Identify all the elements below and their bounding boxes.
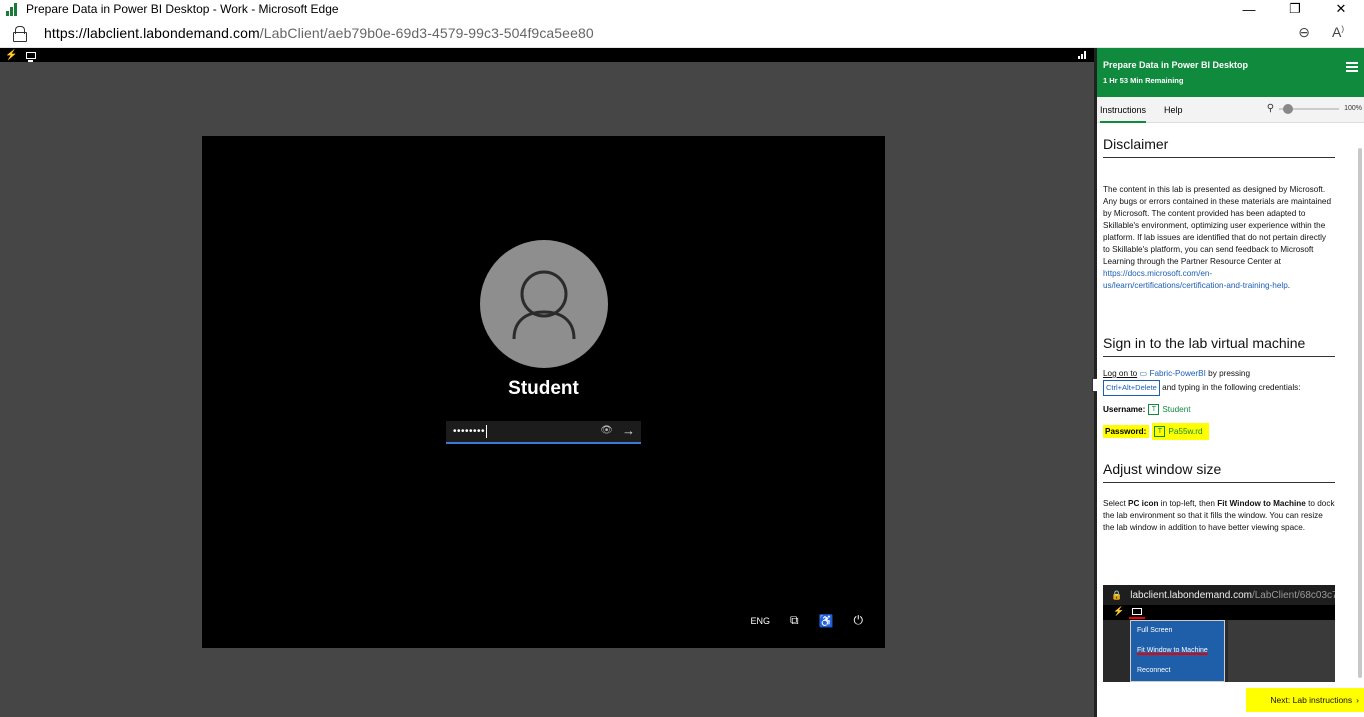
- vm-viewport[interactable]: ⚡ Student •••••••• 👁 → ENG ⧉ ♿ ⏻: [0, 48, 1094, 717]
- lock-icon[interactable]: [13, 25, 27, 42]
- lab-title: Prepare Data in Power BI Desktop: [1103, 60, 1249, 70]
- pc-icon: [1132, 608, 1142, 615]
- disclaimer-body: The content in this lab is presented as …: [1103, 185, 1332, 266]
- maximize-button[interactable]: ❐: [1272, 0, 1318, 18]
- disclaimer-heading: Disclaimer: [1103, 136, 1335, 158]
- password-value-highlight: T Pa55w.rd: [1152, 423, 1209, 440]
- type-text-icon[interactable]: T: [1148, 404, 1160, 415]
- network-icon[interactable]: ⧉: [790, 613, 799, 628]
- window-title: Prepare Data in Power BI Desktop - Work …: [26, 2, 339, 16]
- url-path: /LabClient/aeb79b0e-69d3-4579-99c3-504f9…: [259, 24, 594, 41]
- text-caret: [486, 425, 488, 438]
- red-underline: [1129, 617, 1145, 619]
- by-pressing-text: by pressing: [1208, 369, 1251, 378]
- thumb-url-host: labclient.labondemand.com: [1130, 589, 1252, 601]
- hamburger-menu-icon[interactable]: [1346, 62, 1358, 72]
- adjust-heading: Adjust window size: [1103, 461, 1335, 483]
- thumb-vm-toolbar: ⚡: [1103, 605, 1335, 620]
- lightning-icon[interactable]: ⚡: [5, 50, 17, 61]
- thumb-menu: Full Screen Fit Window to Machine Reconn…: [1130, 620, 1225, 682]
- signin-heading: Sign in to the lab virtual machine: [1103, 335, 1335, 357]
- account-name: Student: [508, 378, 579, 399]
- machine-link[interactable]: Fabric-PowerBI: [1149, 369, 1205, 378]
- vm-toolbar: ⚡: [0, 48, 1094, 62]
- password-value[interactable]: Pa55w.rd: [1168, 427, 1202, 436]
- signin-instructions: Log on to ▭ Fabric-PowerBI by pressing C…: [1103, 368, 1335, 396]
- window-title-bar: Prepare Data in Power BI Desktop - Work …: [0, 0, 1364, 18]
- close-button[interactable]: ✕: [1318, 0, 1364, 18]
- address-bar-actions: ⊖ A): [1298, 24, 1344, 41]
- signin-section: Sign in to the lab virtual machine Log o…: [1103, 335, 1335, 440]
- signal-icon: [1078, 51, 1086, 59]
- username-value[interactable]: Student: [1162, 405, 1190, 414]
- power-icon[interactable]: ⏻: [854, 613, 864, 628]
- instructions-content: Disclaimer The content in this lab is pr…: [1103, 128, 1339, 683]
- user-icon: [512, 270, 576, 340]
- zoom-out-icon[interactable]: ⊖: [1298, 24, 1310, 41]
- instructions-panel: Prepare Data in Power BI Desktop 1 Hr 53…: [1097, 48, 1364, 717]
- read-aloud-icon[interactable]: A): [1332, 24, 1344, 41]
- thumb-url-path: /LabClient/68c03c7: [1251, 589, 1335, 601]
- thumb-menu-item: Fit Window to Machine: [1137, 647, 1208, 654]
- time-remaining: 1 Hr 53 Min Remaining: [1103, 76, 1184, 85]
- user-avatar: [480, 240, 608, 368]
- chevron-right-icon: ›: [1356, 695, 1359, 705]
- zoom-slider-knob[interactable]: [1283, 103, 1294, 114]
- log-on-text: Log on to: [1103, 369, 1138, 378]
- type-text-icon[interactable]: T: [1154, 426, 1166, 437]
- language-indicator[interactable]: ENG: [750, 616, 770, 626]
- lock-icon: 🔒: [1111, 589, 1123, 600]
- username-row: Username: T Student: [1103, 404, 1335, 415]
- magnifier-icon: ⚲: [1266, 103, 1275, 114]
- reveal-password-icon[interactable]: 👁: [600, 425, 613, 436]
- thumb-menu-item: Full Screen: [1137, 627, 1173, 634]
- adjust-text-1: Select: [1103, 499, 1129, 508]
- pc-icon-label: PC icon: [1128, 499, 1159, 508]
- support-link[interactable]: https://docs.microsoft.com/en-us/learn/c…: [1103, 269, 1288, 290]
- power-bi-icon: [6, 2, 20, 16]
- adjust-text: Select PC icon in top-left, then Fit Win…: [1103, 498, 1335, 534]
- panel-scrollbar[interactable]: [1358, 148, 1362, 678]
- lightning-icon: ⚡: [1113, 606, 1125, 616]
- thumb-vm-area: [1228, 620, 1335, 682]
- tab-help[interactable]: Help: [1164, 105, 1183, 115]
- vm-lock-screen[interactable]: Student •••••••• 👁 → ENG ⧉ ♿ ⏻: [202, 136, 885, 648]
- password-field[interactable]: •••••••• 👁 →: [446, 421, 641, 444]
- minimize-button[interactable]: —: [1226, 0, 1272, 18]
- zoom-level: 100%: [1344, 105, 1362, 112]
- next-button-label: Next: Lab instructions: [1270, 695, 1353, 705]
- submit-arrow-icon[interactable]: →: [622, 423, 635, 438]
- monitor-icon: ▭: [1139, 369, 1148, 378]
- next-button[interactable]: Next: Lab instructions ›: [1246, 688, 1364, 712]
- url-field[interactable]: https://labclient.labondemand.com/LabCli…: [44, 25, 594, 41]
- url-host: https://labclient.labondemand.com: [44, 24, 260, 41]
- disclaimer-text: The content in this lab is presented as …: [1103, 184, 1335, 292]
- accessibility-icon[interactable]: ♿: [819, 614, 834, 628]
- password-highlight: Password:: [1103, 425, 1150, 438]
- adjust-text-2: in top-left, then: [1158, 499, 1218, 508]
- adjust-section: Adjust window size Select PC icon in top…: [1103, 461, 1335, 534]
- fit-window-label: Fit Window to Machine: [1217, 499, 1306, 508]
- zoom-slider[interactable]: [1279, 103, 1340, 114]
- thumb-address-bar: 🔒 labclient.labondemand.com/LabClient/68…: [1103, 585, 1335, 605]
- address-bar[interactable]: https://labclient.labondemand.com/LabCli…: [0, 18, 1364, 48]
- disclaimer-end: .: [1287, 281, 1291, 290]
- thumb-menu-item: Reconnect: [1137, 667, 1171, 674]
- window-controls: — ❐ ✕: [1226, 0, 1364, 18]
- instruction-screenshot: 🔒 labclient.labondemand.com/LabClient/68…: [1103, 585, 1335, 682]
- username-label: Username:: [1103, 405, 1146, 414]
- zoom-control[interactable]: ⚲ 100%: [1267, 103, 1362, 114]
- password-label: Password:: [1105, 427, 1147, 436]
- panel-header: Prepare Data in Power BI Desktop 1 Hr 53…: [1097, 48, 1364, 97]
- ctrl-alt-delete-button[interactable]: Ctrl+Alt+Delete: [1103, 380, 1160, 396]
- disclaimer-section: Disclaimer The content in this lab is pr…: [1103, 136, 1335, 292]
- typing-text: and typing in the following credentials:: [1162, 383, 1301, 392]
- lock-screen-tray: ENG ⧉ ♿ ⏻: [750, 613, 863, 628]
- pc-icon[interactable]: [26, 51, 37, 62]
- panel-tabs: Instructions Help ⚲ 100%: [1097, 97, 1364, 123]
- tab-instructions[interactable]: Instructions: [1100, 105, 1147, 123]
- password-value: ••••••••: [453, 426, 486, 437]
- password-row: Password: T Pa55w.rd: [1103, 423, 1335, 440]
